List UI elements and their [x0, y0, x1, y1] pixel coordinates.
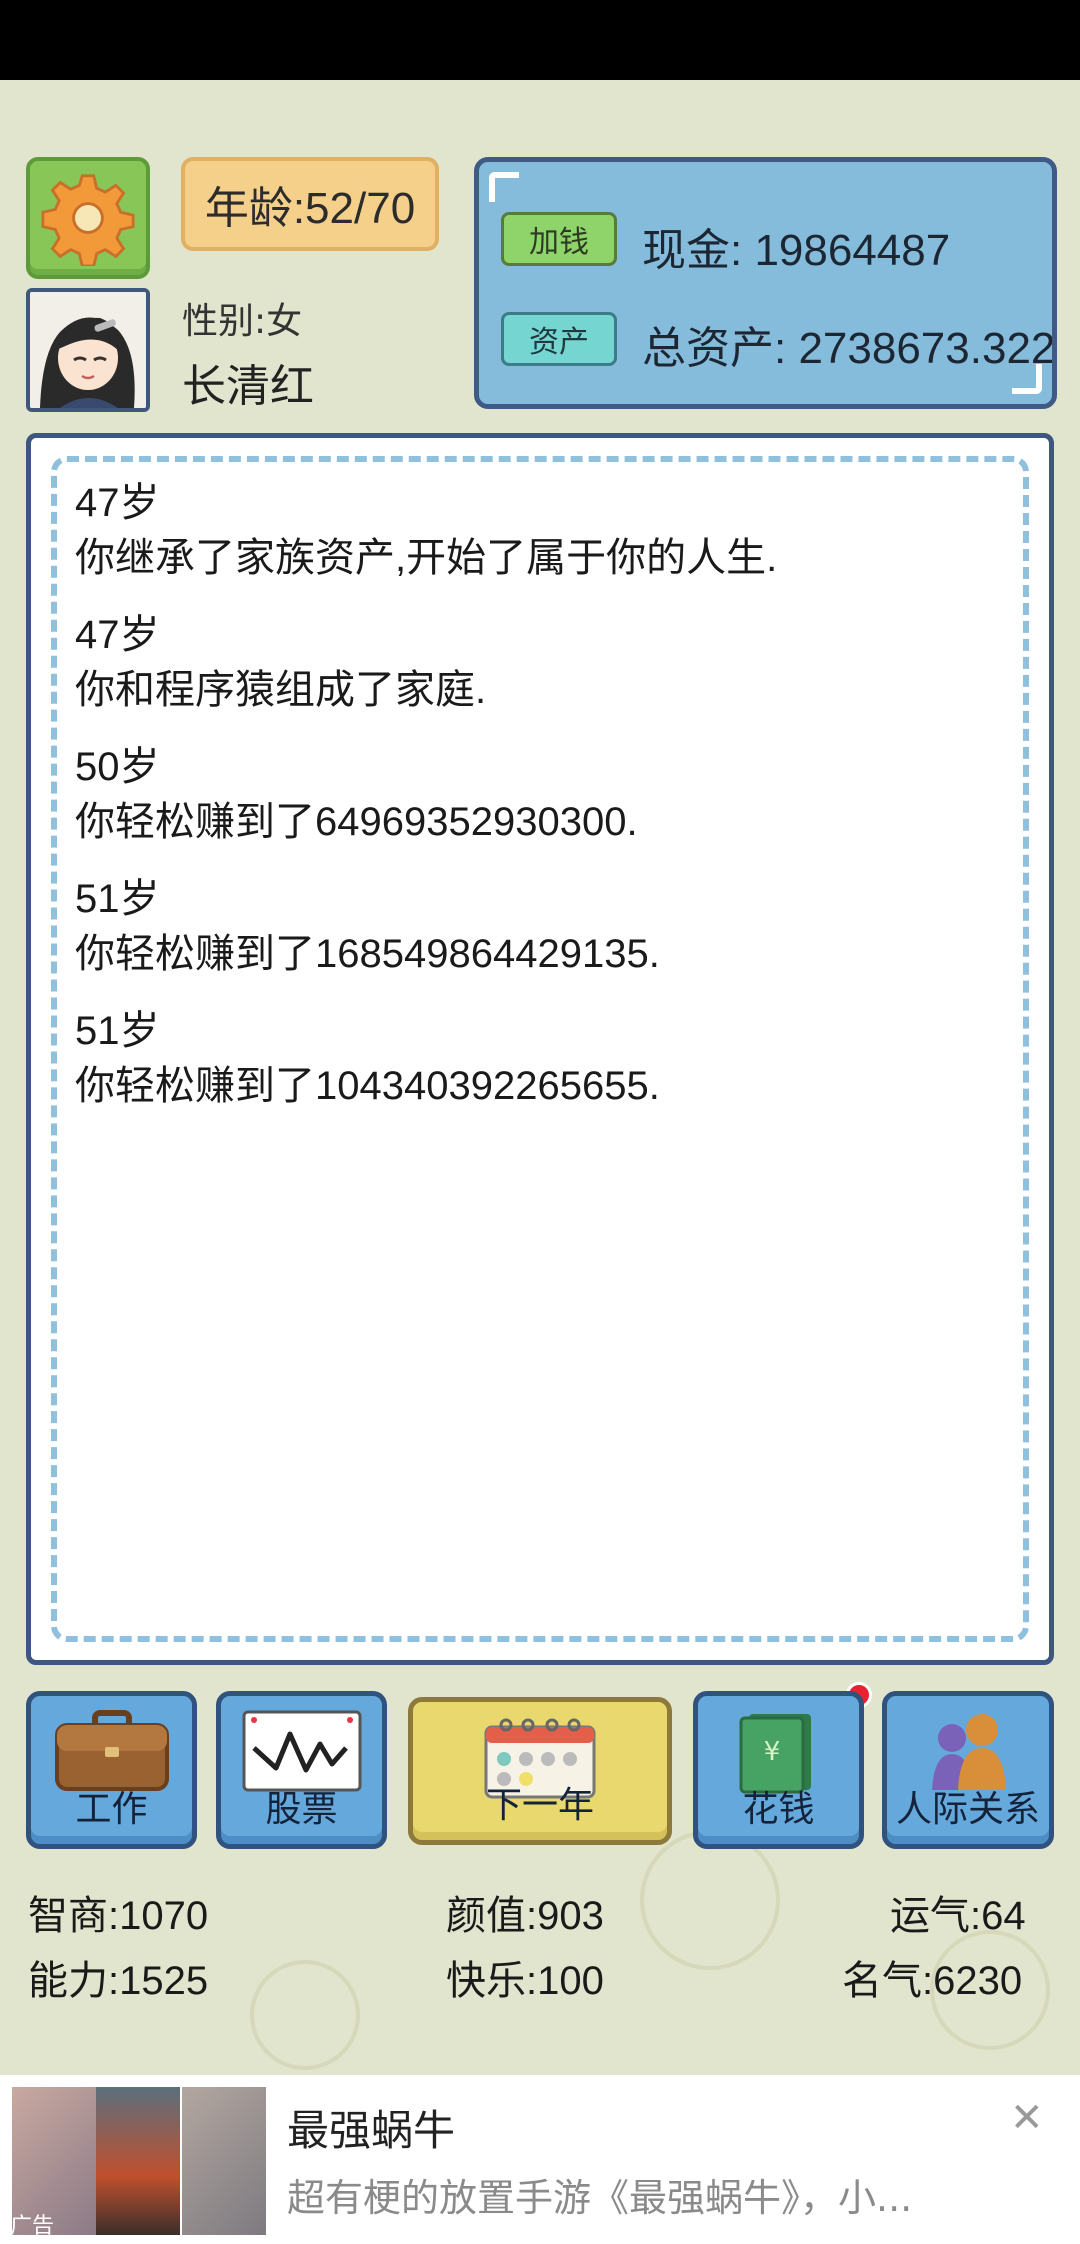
stat-looks: 颜值:903: [446, 1894, 604, 1938]
log-text: 你继承了家族资产,开始了属于你的人生.: [75, 536, 778, 580]
ad-title: 最强蜗牛: [287, 2106, 456, 2155]
spend-label: 花钱: [742, 1789, 815, 1830]
panel-corner-decoration: [489, 172, 519, 202]
settings-button[interactable]: [26, 157, 150, 279]
ad-banner[interactable]: 广告 最强蜗牛 超有梗的放置手游《最强蜗牛》，小... ✕: [0, 2075, 1080, 2244]
money-panel: 加钱 现金: 19864487 资产 总资产: 2738673.3223: [474, 157, 1057, 409]
background-doodle: [640, 1830, 780, 1970]
log-age: 47岁: [75, 613, 160, 657]
stat-iq: 智商:1070: [28, 1894, 209, 1938]
player-name: 长清红: [182, 361, 314, 412]
ad-thumbnail: [96, 2087, 180, 2235]
relationships-label: 人际关系: [895, 1789, 1040, 1830]
stat-fame: 名气:6230: [842, 1959, 1023, 2003]
cash-amount: 现金: 19864487: [642, 226, 951, 275]
log-entry: 51岁 你轻松赚到了168549864429135.: [75, 872, 777, 982]
work-label: 工作: [75, 1789, 148, 1830]
avatar[interactable]: [26, 288, 150, 412]
log-text: 你轻松赚到了64969352930300.: [75, 800, 638, 844]
log-age: 51岁: [75, 1009, 160, 1053]
log-text: 你和程序猿组成了家庭.: [75, 668, 487, 712]
ad-description: 超有梗的放置手游《最强蜗牛》，小...: [287, 2176, 913, 2220]
log-list: 47岁 你继承了家族资产,开始了属于你的人生. 47岁 你和程序猿组成了家庭. …: [75, 476, 777, 1136]
log-entry: 47岁 你和程序猿组成了家庭.: [75, 608, 777, 718]
total-assets-amount: 总资产: 2738673.3223: [642, 324, 1057, 373]
player-portrait: [30, 292, 146, 408]
background-doodle: [250, 1960, 360, 2070]
log-entry: 50岁 你轻松赚到了64969352930300.: [75, 740, 777, 850]
stat-luck: 运气:64: [890, 1894, 1026, 1938]
gear-icon: [41, 174, 135, 266]
next-year-button[interactable]: 下一年: [408, 1697, 672, 1845]
log-age: 50岁: [75, 745, 160, 789]
work-button[interactable]: 工作: [26, 1691, 197, 1849]
assets-button[interactable]: 资产: [501, 312, 617, 366]
close-icon[interactable]: ✕: [1010, 2095, 1044, 2141]
stock-label: 股票: [265, 1789, 338, 1830]
stock-button[interactable]: 股票: [216, 1691, 387, 1849]
log-entry: 47岁 你继承了家族资产,开始了属于你的人生.: [75, 476, 777, 586]
spend-money-button[interactable]: ¥ 花钱: [693, 1691, 864, 1849]
stat-happiness: 快乐:100: [446, 1959, 604, 2003]
status-bar: [0, 0, 1080, 80]
life-log-panel[interactable]: 47岁 你继承了家族资产,开始了属于你的人生. 47岁 你和程序猿组成了家庭. …: [26, 433, 1054, 1665]
stat-ability: 能力:1525: [28, 1959, 209, 2003]
relationships-button[interactable]: 人际关系: [882, 1691, 1054, 1849]
svg-text:¥: ¥: [763, 1737, 780, 1767]
log-entry: 51岁 你轻松赚到了104340392265655.: [75, 1004, 777, 1114]
ad-tag: 广告: [10, 2214, 55, 2239]
add-money-button[interactable]: 加钱: [501, 212, 617, 266]
age-badge: 年龄:52/70: [181, 157, 439, 251]
log-age: 47岁: [75, 481, 160, 525]
log-text: 你轻松赚到了104340392265655.: [75, 1064, 660, 1108]
log-text: 你轻松赚到了168549864429135.: [75, 932, 660, 976]
next-year-label: 下一年: [485, 1785, 594, 1826]
ad-thumbnail: [182, 2087, 266, 2235]
gender-label: 性别:女: [182, 301, 303, 342]
log-age: 51岁: [75, 877, 160, 921]
